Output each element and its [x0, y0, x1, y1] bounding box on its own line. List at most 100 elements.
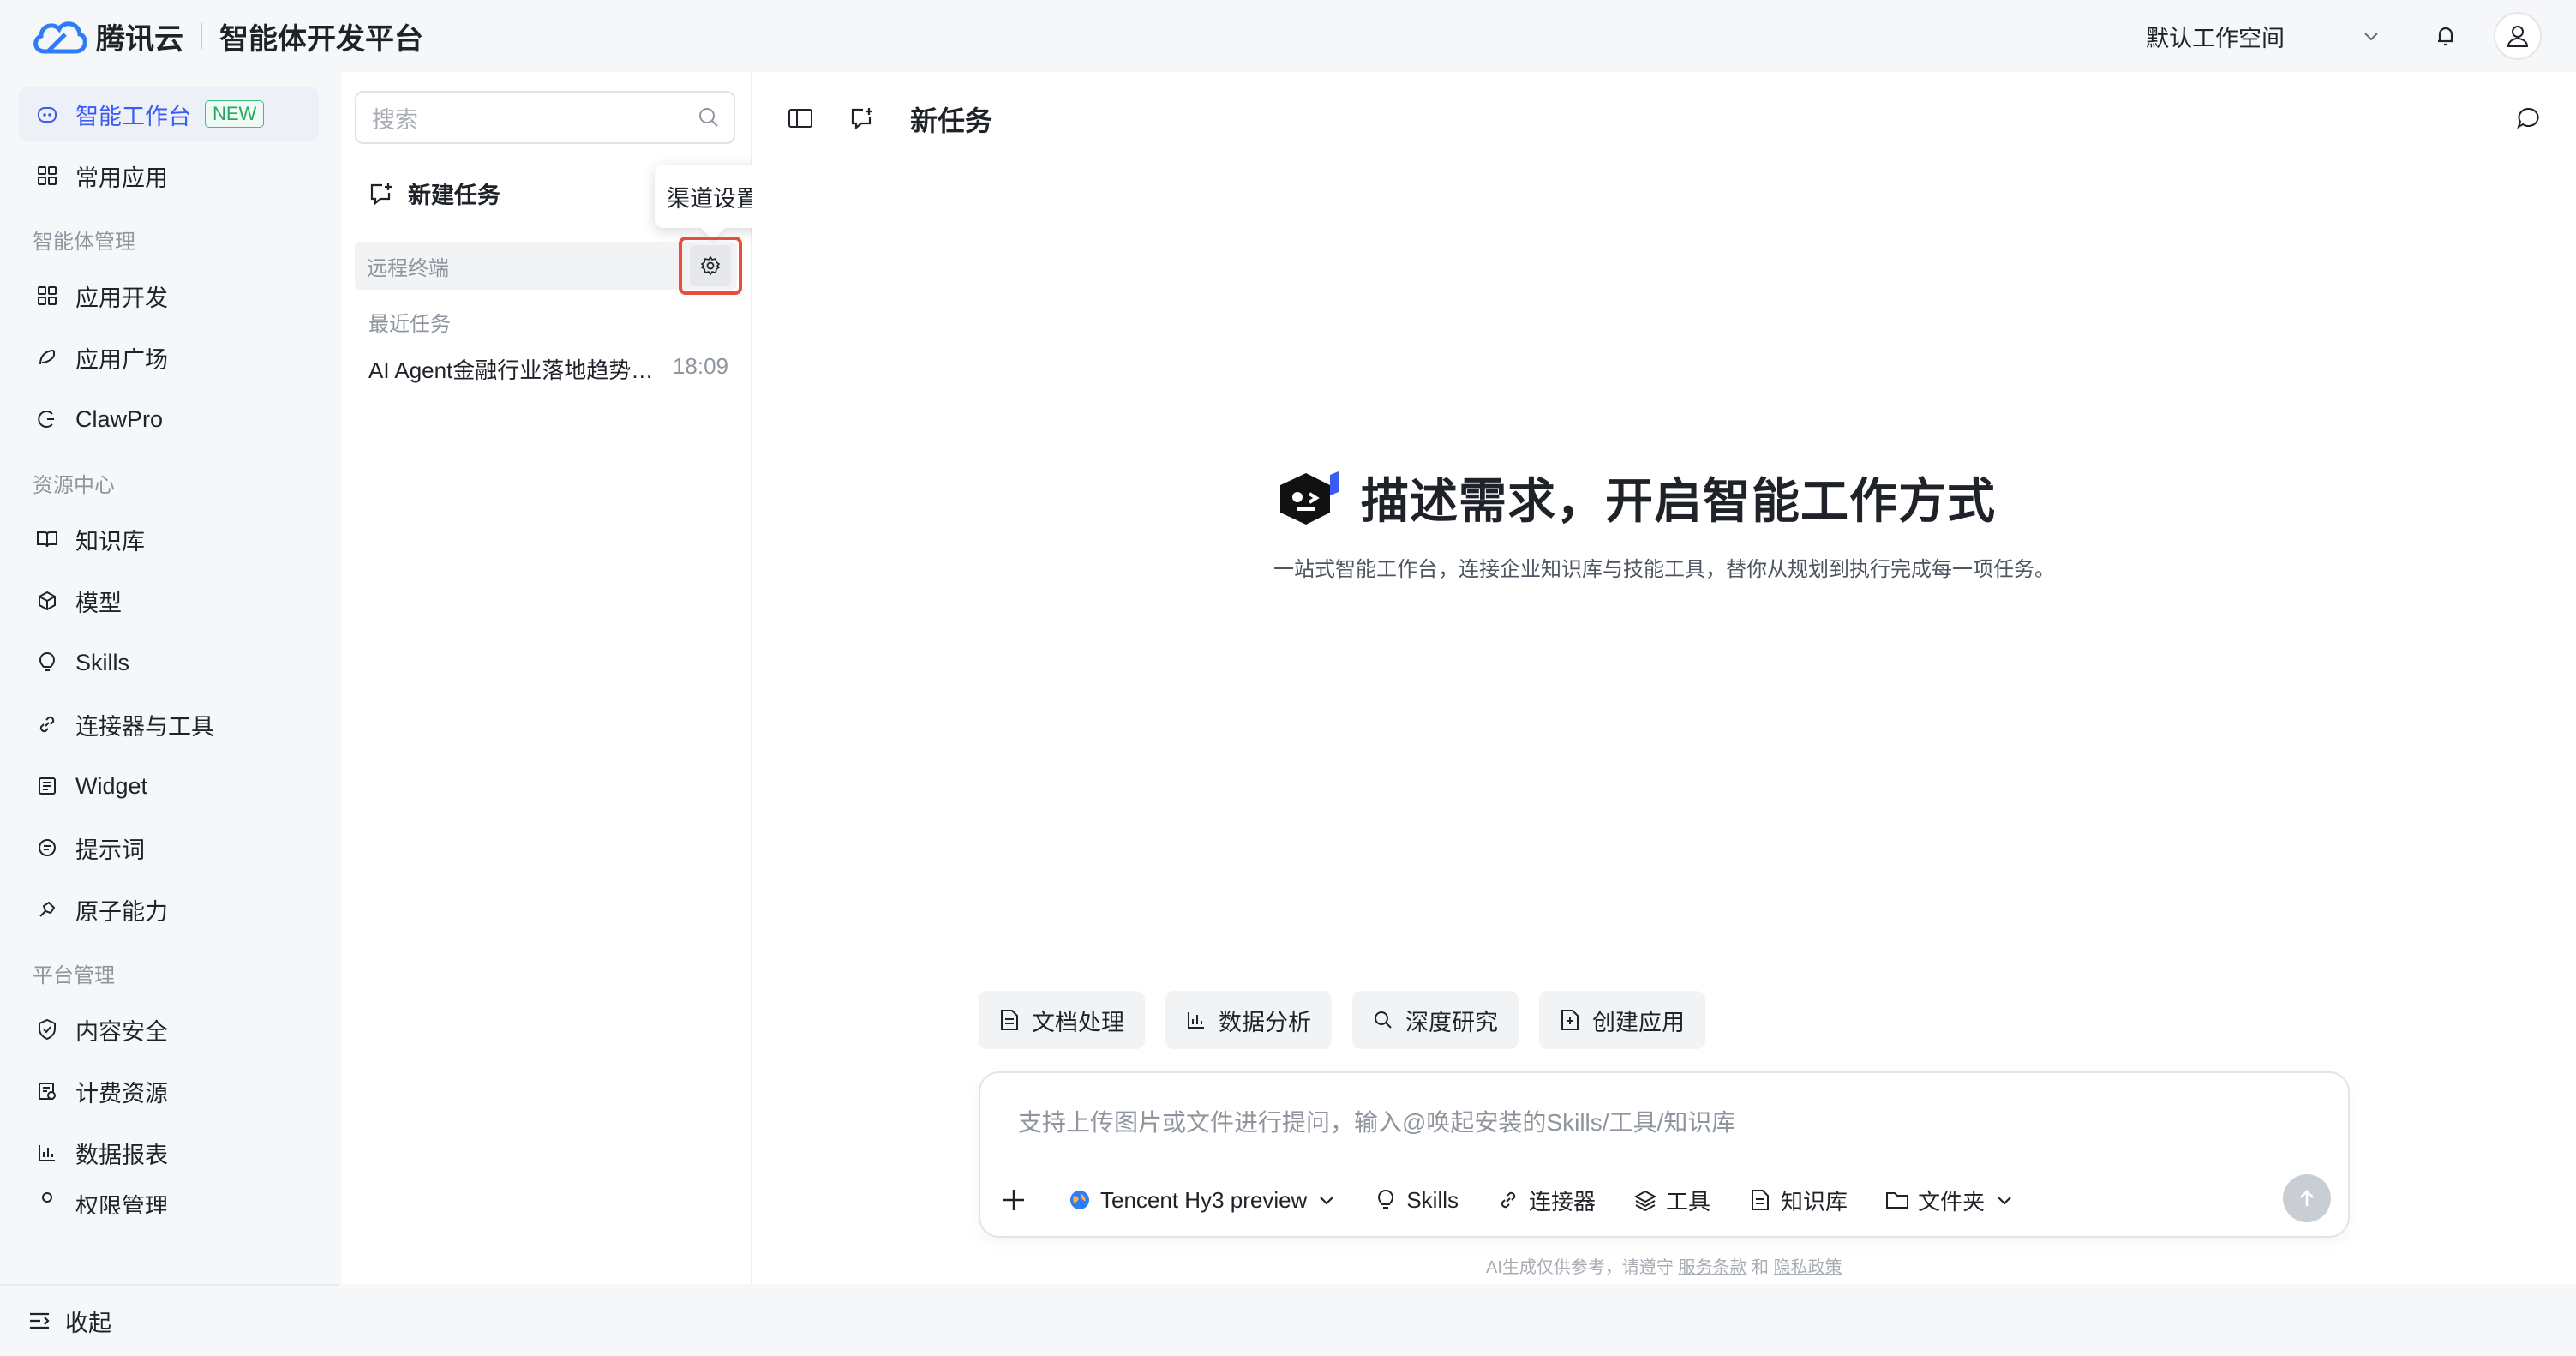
knowledge-button[interactable]: 知识库 — [1748, 1185, 1848, 1216]
bar-chart-icon — [1184, 1008, 1208, 1032]
sidebar-item-atomic[interactable]: 原子能力 — [19, 883, 319, 936]
widget-icon — [34, 773, 60, 799]
sidebar-item-label: 数据报表 — [75, 1142, 168, 1168]
sidebar-item-content-security[interactable]: 内容安全 — [19, 1003, 319, 1056]
sidebar-item-billing[interactable]: 计费资源 — [19, 1065, 319, 1118]
tool-label: 知识库 — [1781, 1188, 1848, 1215]
sidebar-item-reports[interactable]: 数据报表 — [19, 1126, 319, 1179]
apps-grid-icon — [34, 163, 60, 189]
bell-icon[interactable] — [2427, 17, 2465, 55]
chevron-down-icon — [1317, 1191, 1336, 1209]
new-task-label: 新建任务 — [408, 183, 500, 208]
list-item[interactable]: AI Agent金融行业落地趋势… 18:09 — [368, 353, 728, 385]
group-title-resources: 资源中心 — [33, 474, 115, 497]
document-icon — [997, 1008, 1021, 1032]
disclaimer-text: AI生成仅供参考，请遵守 — [1486, 1258, 1674, 1277]
privacy-link[interactable]: 隐私政策 — [1774, 1258, 1842, 1277]
collapse-button[interactable]: 收起 — [0, 1284, 339, 1356]
robot-icon — [34, 101, 60, 127]
disclaimer-and: 和 — [1752, 1258, 1770, 1277]
sidebar-item-model[interactable]: 模型 — [19, 574, 319, 627]
chip-doc-processing[interactable]: 文档处理 — [979, 991, 1145, 1049]
chevron-down-icon — [1995, 1191, 2014, 1209]
folder-icon — [1885, 1188, 1909, 1212]
sidebar-item-label: 知识库 — [75, 528, 145, 555]
sidebar-item-common-apps[interactable]: 常用应用 — [19, 149, 319, 202]
sidebar-item-label: 原子能力 — [75, 898, 168, 925]
prompt-icon — [34, 835, 60, 861]
chip-deep-research[interactable]: 深度研究 — [1352, 991, 1519, 1049]
tool-label: Skills — [1406, 1186, 1459, 1213]
add-attachment-button[interactable] — [1001, 1187, 1027, 1213]
group-title-agent-mgmt: 智能体管理 — [33, 231, 135, 254]
document-icon — [1748, 1188, 1772, 1212]
tool-label: 工具 — [1666, 1188, 1711, 1215]
sidebar-item-clawpro[interactable]: ClawPro — [19, 393, 319, 446]
sidebar-item-skills[interactable]: Skills — [19, 636, 319, 689]
chat-bubble-icon[interactable] — [2511, 101, 2545, 135]
new-chat-icon[interactable] — [845, 101, 879, 135]
new-task-button[interactable]: 新建任务 — [368, 177, 500, 210]
new-chat-icon — [368, 182, 394, 206]
main-area: 新任务 描述需求，开启智能工作方式 一站式智能工作台，连接企业知识库与技能工具，… — [752, 72, 2576, 1284]
terms-link[interactable]: 服务条款 — [1678, 1258, 1746, 1277]
tool-label: 文件夹 — [1918, 1188, 1986, 1215]
send-button[interactable] — [2283, 1174, 2331, 1222]
collapse-icon — [27, 1310, 51, 1332]
model-selector[interactable]: Tencent Hy3 preview — [1068, 1187, 1336, 1214]
sidebar-item-workbench[interactable]: 智能工作台 NEW — [19, 87, 319, 141]
sidebar-item-app-square[interactable]: 应用广场 — [19, 331, 319, 384]
search-icon — [1371, 1008, 1395, 1032]
workspace-selector[interactable]: 默认工作空间 — [2146, 19, 2381, 53]
sidebar-item-label: Widget — [75, 772, 148, 799]
tools-button[interactable]: 工具 — [1633, 1185, 1710, 1216]
channel-settings-button[interactable] — [679, 237, 742, 295]
hero: 描述需求，开启智能工作方式 — [1273, 463, 1996, 532]
connector-button[interactable]: 连接器 — [1496, 1185, 1596, 1216]
link-icon — [34, 711, 60, 737]
platform-name: 智能体开发平台 — [219, 22, 423, 56]
recent-tasks-label: 最近任务 — [368, 313, 451, 336]
bulb-icon — [34, 650, 60, 675]
sidebar-item-label: 常用应用 — [75, 165, 168, 191]
sidebar-item-label: 连接器与工具 — [75, 713, 214, 740]
sidebar-item-label: 计费资源 — [75, 1080, 168, 1107]
search-input[interactable]: 搜索 — [355, 91, 735, 144]
chip-label: 深度研究 — [1405, 1009, 1498, 1035]
skills-button[interactable]: Skills — [1374, 1187, 1459, 1214]
folder-button[interactable]: 文件夹 — [1885, 1185, 2014, 1216]
apps-grid-icon — [34, 283, 60, 309]
tool-label: 连接器 — [1529, 1188, 1597, 1215]
logo-text: 腾讯云 — [96, 22, 183, 56]
message-composer[interactable]: 支持上传图片或文件进行提问，输入@唤起安装的Skills/工具/知识库 Tenc… — [979, 1071, 2350, 1238]
chip-data-analysis[interactable]: 数据分析 — [1165, 991, 1332, 1049]
brand-logo[interactable]: 腾讯云 智能体开发平台 — [31, 12, 423, 60]
sidebar-item-app-dev[interactable]: 应用开发 — [19, 269, 319, 322]
search-placeholder: 搜索 — [372, 106, 418, 133]
sidebar-toggle-icon[interactable] — [783, 101, 818, 135]
sidebar-item-widget[interactable]: Widget — [19, 759, 319, 813]
sidebar-item-label: 提示词 — [75, 837, 145, 863]
sidebar-item-prompts[interactable]: 提示词 — [19, 821, 319, 874]
avatar[interactable] — [2494, 12, 2542, 60]
sidebar-item-permissions[interactable]: 权限管理 — [19, 1188, 319, 1214]
group-title-platform: 平台管理 — [33, 964, 115, 987]
gear-icon — [690, 245, 731, 286]
sidebar: 智能工作台 NEW 常用应用 智能体管理 应用开发 应用广场 ClawPro 资… — [0, 72, 339, 1336]
composer-toolbar: Tencent Hy3 preview Skills 连接器 工具 知识库 文件… — [1001, 1174, 2334, 1226]
logo-divider — [201, 23, 202, 49]
sidebar-item-connectors[interactable]: 连接器与工具 — [19, 698, 319, 751]
bar-chart-icon — [34, 1140, 60, 1166]
atom-icon — [34, 897, 60, 922]
claw-icon — [34, 406, 60, 432]
chip-create-app[interactable]: 创建应用 — [1539, 991, 1705, 1049]
sidebar-item-knowledge[interactable]: 知识库 — [19, 513, 319, 566]
square-icon — [34, 345, 60, 370]
sidebar-item-label: 内容安全 — [75, 1018, 168, 1045]
globe-icon — [1068, 1188, 1092, 1212]
sidebar-item-label: 应用开发 — [75, 285, 168, 311]
billing-icon — [34, 1078, 60, 1104]
composer-input[interactable]: 支持上传图片或文件进行提问，输入@唤起安装的Skills/工具/知识库 — [1018, 1104, 1735, 1138]
remote-terminal-label: 远程终端 — [367, 256, 449, 280]
hero-title: 描述需求，开启智能工作方式 — [1361, 474, 1996, 528]
